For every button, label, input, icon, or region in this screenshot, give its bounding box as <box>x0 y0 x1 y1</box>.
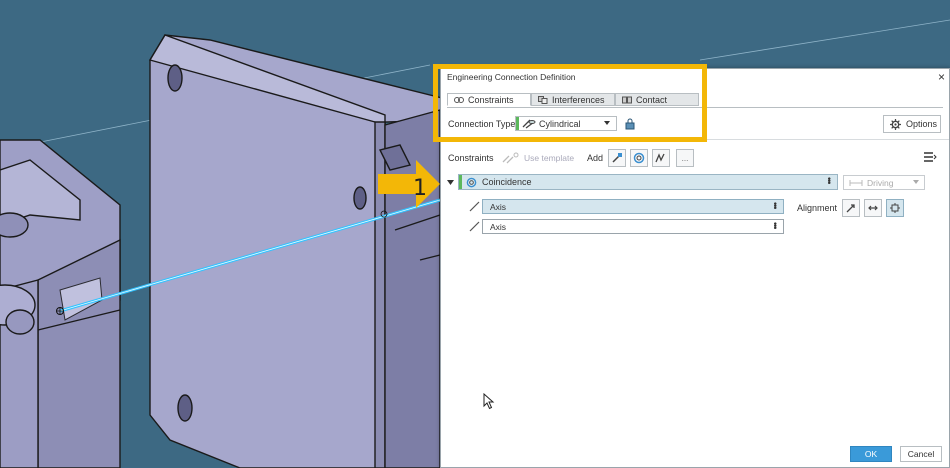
divider <box>441 139 949 140</box>
alignment-undefined-button[interactable] <box>886 199 904 217</box>
callout-arrow-icon <box>378 160 440 208</box>
more-button[interactable]: ... <box>676 149 694 167</box>
connection-type-label: Connection Type <box>448 119 516 129</box>
alignment-label: Alignment <box>797 203 838 213</box>
formula-icon <box>655 153 665 163</box>
contact-icon <box>622 96 632 103</box>
kebab-menu-icon[interactable]: ••• <box>770 202 780 208</box>
constraint-add-icon <box>612 153 622 163</box>
align-same-icon <box>846 204 855 213</box>
coincidence-icon <box>466 177 477 187</box>
align-undefined-icon <box>890 203 900 213</box>
tab-contact[interactable]: Contact <box>615 93 699 106</box>
driving-select: Driving <box>843 175 925 190</box>
add-constraint-button[interactable] <box>608 149 626 167</box>
collapse-triangle-icon[interactable] <box>447 179 455 187</box>
kebab-menu-icon[interactable]: ••• <box>824 177 834 183</box>
dialog-title: Engineering Connection Definition <box>447 72 576 82</box>
driving-label: Driving <box>867 177 894 188</box>
flange-part <box>148 34 451 468</box>
constraints-icon <box>454 96 464 103</box>
tab-constraints[interactable]: Constraints <box>447 93 531 106</box>
tab-label: Constraints <box>468 94 514 105</box>
gear-icon <box>890 118 901 130</box>
mouse-cursor-icon <box>483 393 495 410</box>
close-button[interactable]: × <box>938 70 945 84</box>
status-indicator <box>459 175 462 189</box>
axis-line-icon <box>469 221 480 232</box>
callout-number: 1 <box>413 176 427 201</box>
lock-icon[interactable] <box>624 118 636 130</box>
ok-button[interactable]: OK <box>850 446 892 462</box>
tab-divider <box>447 107 943 108</box>
alignment-same-button[interactable] <box>842 199 860 217</box>
dimension-icon <box>849 179 863 186</box>
template-icon <box>502 152 519 164</box>
add-coincidence-button[interactable] <box>630 149 648 167</box>
list-menu-icon[interactable] <box>923 151 937 163</box>
engineering-connection-dialog: Engineering Connection Definition × Cons… <box>440 68 950 468</box>
chevron-down-icon <box>604 121 610 125</box>
tab-interferences[interactable]: Interferences <box>531 93 615 106</box>
cancel-button[interactable]: Cancel <box>900 446 942 462</box>
dialog-titlebar[interactable]: Engineering Connection Definition × <box>441 69 949 85</box>
interferences-icon <box>538 95 548 104</box>
alignment-opposite-button[interactable] <box>864 199 882 217</box>
constraint-row-coincidence[interactable]: Coincidence ••• <box>458 174 838 190</box>
use-template-label: Use template <box>524 153 575 163</box>
kebab-menu-icon[interactable]: ••• <box>770 222 780 228</box>
add-formula-button[interactable] <box>652 149 670 167</box>
align-opposite-icon <box>868 205 878 211</box>
axis-line-icon <box>469 201 480 212</box>
options-button[interactable]: Options <box>883 115 941 133</box>
geometry-field-1[interactable]: Axis ••• <box>482 199 784 214</box>
tab-label: Contact <box>636 94 668 105</box>
add-label: Add <box>587 153 604 163</box>
cylindrical-icon <box>522 119 536 129</box>
coincidence-icon <box>633 152 645 164</box>
options-label: Options <box>906 119 938 129</box>
geometry-field-2[interactable]: Axis ••• <box>482 219 784 234</box>
connection-type-value: Cylindrical <box>539 118 581 129</box>
tab-label: Interferences <box>552 94 605 105</box>
connection-type-select[interactable]: Cylindrical <box>515 116 617 131</box>
constraints-label: Constraints <box>448 153 494 163</box>
geometry-label: Axis <box>490 221 507 232</box>
chevron-down-icon <box>913 180 919 184</box>
geometry-label: Axis <box>490 201 507 212</box>
status-indicator <box>516 117 519 130</box>
left-part <box>0 139 121 468</box>
constraint-name: Coincidence <box>482 177 532 187</box>
use-template-button[interactable]: Use template <box>501 152 574 164</box>
